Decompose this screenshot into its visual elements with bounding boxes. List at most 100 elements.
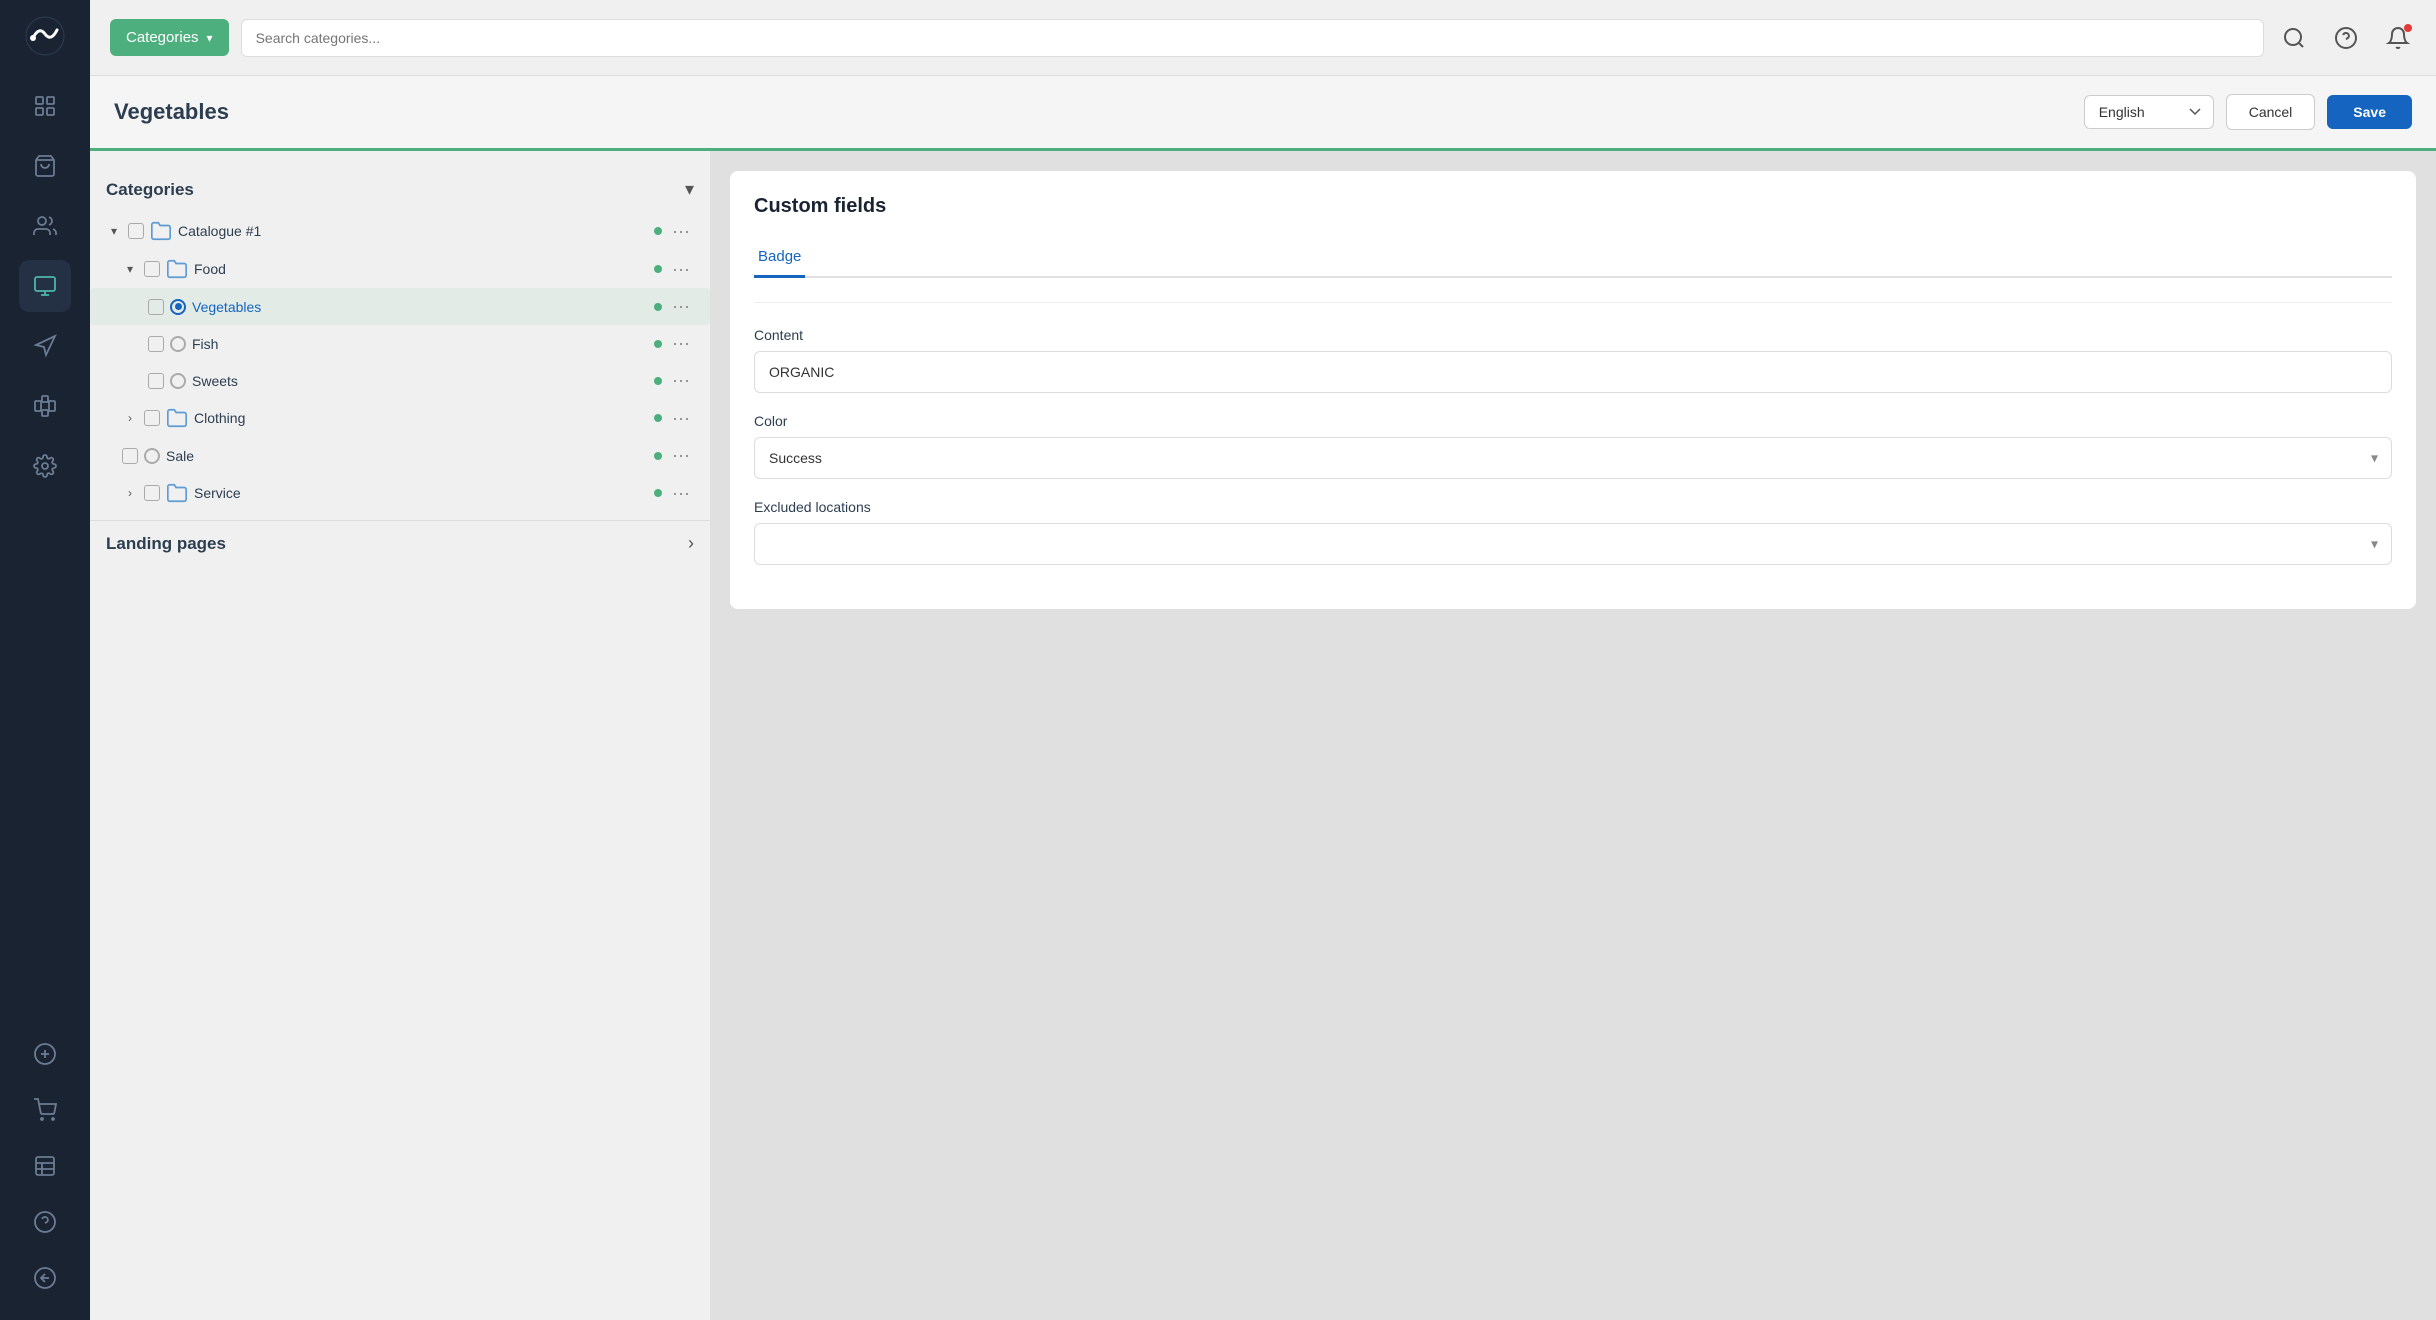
tree-dot-service [654, 489, 662, 497]
tree-radio-vegetables[interactable] [170, 299, 186, 315]
sidebar-item-add[interactable] [19, 1028, 71, 1080]
tab-bar: Badge [754, 238, 2392, 278]
tree-label-fish: Fish [192, 336, 648, 352]
tree-checkbox-catalogue1[interactable] [128, 223, 144, 239]
sidebar-item-shop[interactable] [19, 140, 71, 192]
excluded-locations-field-group: Excluded locations ▾ [754, 499, 2392, 565]
categories-section-header[interactable]: Categories ▾ [90, 167, 710, 212]
tree-label-service: Service [194, 485, 648, 501]
folder-icon-service [166, 482, 188, 504]
sidebar-item-table[interactable] [19, 1140, 71, 1192]
tree-more-service[interactable]: ··· [668, 483, 694, 504]
tree-radio-inner-vegetables [175, 303, 182, 310]
search-input[interactable] [256, 30, 2249, 46]
save-button[interactable]: Save [2327, 95, 2412, 129]
tree-toggle-food[interactable]: ▾ [122, 261, 138, 277]
tree-more-sweets[interactable]: ··· [668, 370, 694, 391]
tree-checkbox-vegetables[interactable] [148, 299, 164, 315]
tree-item-vegetables[interactable]: Vegetables ··· [90, 288, 710, 325]
tree-checkbox-clothing[interactable] [144, 410, 160, 426]
tree-radio-fish[interactable] [170, 336, 186, 352]
excluded-locations-field-label: Excluded locations [754, 499, 2392, 515]
tab-divider [754, 302, 2392, 303]
left-panel: Categories ▾ ▾ Catalogue #1 ··· ▾ [90, 151, 710, 1320]
tree-checkbox-fish[interactable] [148, 336, 164, 352]
tree-item-sale[interactable]: Sale ··· [90, 437, 710, 474]
tree-checkbox-service[interactable] [144, 485, 160, 501]
tree-dot-vegetables [654, 303, 662, 311]
color-select-wrapper: Success Warning Danger Info Primary ▾ [754, 437, 2392, 479]
topbar: Categories ▾ [90, 0, 2436, 76]
tree-more-sale[interactable]: ··· [668, 445, 694, 466]
folder-icon-food [166, 258, 188, 280]
tree-radio-sale[interactable] [144, 448, 160, 464]
content-field-group: Content [754, 327, 2392, 393]
right-panel: Custom fields Badge Content Color [710, 151, 2436, 1320]
header-actions: English French German Spanish Cancel Sav… [2084, 94, 2412, 130]
logo[interactable] [21, 12, 69, 60]
search-icon-button[interactable] [2276, 20, 2312, 56]
sidebar-item-expand[interactable] [19, 1252, 71, 1304]
tree-label-food: Food [194, 261, 648, 277]
tree-more-vegetables[interactable]: ··· [668, 296, 694, 317]
search-bar [241, 19, 2264, 57]
tree-label-sweets: Sweets [192, 373, 648, 389]
page-title: Vegetables [114, 99, 2084, 125]
tree-dot-clothing [654, 414, 662, 422]
custom-fields-card: Custom fields Badge Content Color [730, 171, 2416, 609]
language-select[interactable]: English French German Spanish [2084, 95, 2214, 129]
tree-item-food[interactable]: ▾ Food ··· [90, 250, 710, 288]
custom-fields-title: Custom fields [754, 195, 2392, 218]
sidebar-item-users[interactable] [19, 200, 71, 252]
tree-toggle-catalogue1[interactable]: ▾ [106, 223, 122, 239]
tree-label-catalogue1: Catalogue #1 [178, 223, 648, 239]
landing-pages-title: Landing pages [106, 534, 226, 554]
tree-item-catalogue1[interactable]: ▾ Catalogue #1 ··· [90, 212, 710, 250]
color-select[interactable]: Success Warning Danger Info Primary [754, 437, 2392, 479]
landing-pages-section[interactable]: Landing pages › [90, 520, 710, 566]
tree-item-clothing[interactable]: › Clothing ··· [90, 399, 710, 437]
tree-checkbox-sweets[interactable] [148, 373, 164, 389]
tree-dot-sweets [654, 377, 662, 385]
tree-more-catalogue1[interactable]: ··· [668, 221, 694, 242]
tree-checkbox-food[interactable] [144, 261, 160, 277]
tree-more-clothing[interactable]: ··· [668, 408, 694, 429]
tree-toggle-service[interactable]: › [122, 485, 138, 501]
page-header: Vegetables English French German Spanish… [90, 76, 2436, 151]
tree-more-food[interactable]: ··· [668, 259, 694, 280]
color-field-group: Color Success Warning Danger Info Primar… [754, 413, 2392, 479]
content-field-input[interactable] [754, 351, 2392, 393]
color-field-label: Color [754, 413, 2392, 429]
tree-item-service[interactable]: › Service ··· [90, 474, 710, 512]
categories-chevron-icon: ▾ [207, 31, 213, 45]
tree-checkbox-sale[interactable] [122, 448, 138, 464]
help-icon-button[interactable] [2328, 20, 2364, 56]
tree-item-fish[interactable]: Fish ··· [90, 325, 710, 362]
categories-button[interactable]: Categories ▾ [110, 19, 229, 56]
tree-toggle-clothing[interactable]: › [122, 410, 138, 426]
tree-more-fish[interactable]: ··· [668, 333, 694, 354]
categories-section-title: Categories [106, 180, 194, 200]
sidebar-item-dashboard[interactable] [19, 80, 71, 132]
sidebar-item-cart[interactable] [19, 1084, 71, 1136]
sidebar-item-settings[interactable] [19, 440, 71, 492]
content-area: Categories ▾ ▾ Catalogue #1 ··· ▾ [90, 151, 2436, 1320]
notification-icon-button[interactable] [2380, 20, 2416, 56]
sidebar-item-help[interactable] [19, 1196, 71, 1248]
tab-badge[interactable]: Badge [754, 238, 805, 278]
landing-pages-chevron-icon: › [688, 533, 694, 554]
excluded-locations-select-wrapper: ▾ [754, 523, 2392, 565]
tree-dot-catalogue1 [654, 227, 662, 235]
sidebar-item-content[interactable] [19, 260, 71, 312]
sidebar-item-integration[interactable] [19, 380, 71, 432]
notification-dot [2404, 24, 2412, 32]
excluded-locations-select[interactable] [754, 523, 2392, 565]
categories-button-label: Categories [126, 29, 199, 46]
main-area: Categories ▾ [90, 0, 2436, 1320]
cancel-button[interactable]: Cancel [2226, 94, 2316, 130]
tree-item-sweets[interactable]: Sweets ··· [90, 362, 710, 399]
folder-icon-clothing [166, 407, 188, 429]
tree-label-clothing: Clothing [194, 410, 648, 426]
tree-radio-sweets[interactable] [170, 373, 186, 389]
sidebar-item-marketing[interactable] [19, 320, 71, 372]
